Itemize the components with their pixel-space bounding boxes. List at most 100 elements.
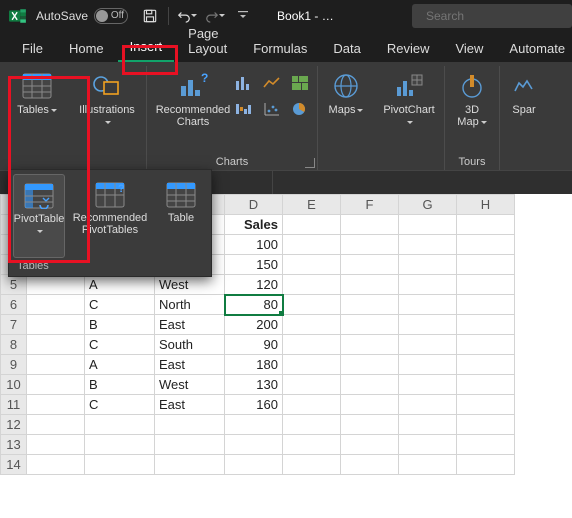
- cell-C7[interactable]: East: [155, 315, 225, 335]
- cell-E14[interactable]: [283, 455, 341, 475]
- cell-A13[interactable]: [27, 435, 85, 455]
- cell-C8[interactable]: South: [155, 335, 225, 355]
- search-input[interactable]: [426, 9, 572, 23]
- col-header-H[interactable]: H: [457, 195, 515, 215]
- insert-table-button[interactable]: Table: [155, 174, 207, 258]
- toggle-switch[interactable]: Off: [94, 8, 128, 24]
- waterfall-chart-icon[interactable]: [233, 98, 255, 120]
- tab-automate[interactable]: Automate: [497, 35, 572, 62]
- col-header-G[interactable]: G: [399, 195, 457, 215]
- cell-A12[interactable]: [27, 415, 85, 435]
- cell-A10[interactable]: [27, 375, 85, 395]
- row-header-8[interactable]: 8: [1, 335, 27, 355]
- cell-A7[interactable]: [27, 315, 85, 335]
- cell-A8[interactable]: [27, 335, 85, 355]
- tab-data[interactable]: Data: [321, 35, 372, 62]
- recommended-charts-button[interactable]: ? Recommended Charts: [153, 66, 233, 132]
- cell-D9[interactable]: 180: [225, 355, 283, 375]
- cell-B9[interactable]: A: [85, 355, 155, 375]
- tab-insert[interactable]: Insert: [118, 33, 175, 62]
- cell-G13[interactable]: [399, 435, 457, 455]
- cell-B13[interactable]: [85, 435, 155, 455]
- cell-F13[interactable]: [341, 435, 399, 455]
- document-title[interactable]: Book1 - …: [277, 9, 334, 23]
- cell-H12[interactable]: [457, 415, 515, 435]
- cell-A11[interactable]: [27, 395, 85, 415]
- cell-E12[interactable]: [283, 415, 341, 435]
- cell-C11[interactable]: East: [155, 395, 225, 415]
- cell-F14[interactable]: [341, 455, 399, 475]
- tab-formulas[interactable]: Formulas: [241, 35, 319, 62]
- maps-button[interactable]: Maps: [324, 66, 368, 120]
- autosave-toggle[interactable]: AutoSave Off: [36, 8, 128, 24]
- tables-split-button[interactable]: Tables: [12, 66, 62, 120]
- cell-D5[interactable]: 120: [225, 275, 283, 295]
- search-box[interactable]: [412, 4, 572, 28]
- tab-view[interactable]: View: [443, 35, 495, 62]
- cell-B11[interactable]: C: [85, 395, 155, 415]
- cell-B10[interactable]: B: [85, 375, 155, 395]
- cell-D12[interactable]: [225, 415, 283, 435]
- row-header-10[interactable]: 10: [1, 375, 27, 395]
- cell-A14[interactable]: [27, 455, 85, 475]
- charts-dialog-launcher[interactable]: [305, 158, 315, 168]
- cell-C9[interactable]: East: [155, 355, 225, 375]
- cell-D10[interactable]: 130: [225, 375, 283, 395]
- column-chart-icon[interactable]: [233, 72, 255, 94]
- cell-B6[interactable]: C: [85, 295, 155, 315]
- cell-F12[interactable]: [341, 415, 399, 435]
- row-header-9[interactable]: 9: [1, 355, 27, 375]
- cell-D6[interactable]: 80: [225, 295, 283, 315]
- col-header-D[interactable]: D: [225, 195, 283, 215]
- row-header-12[interactable]: 12: [1, 415, 27, 435]
- cell-G12[interactable]: [399, 415, 457, 435]
- cell-C14[interactable]: [155, 455, 225, 475]
- cell-D7[interactable]: 200: [225, 315, 283, 335]
- cell-C10[interactable]: West: [155, 375, 225, 395]
- cell-D11[interactable]: 160: [225, 395, 283, 415]
- tab-file[interactable]: File: [10, 35, 55, 62]
- col-header-E[interactable]: E: [283, 195, 341, 215]
- row-header-14[interactable]: 14: [1, 455, 27, 475]
- cell-D4[interactable]: 150: [225, 255, 283, 275]
- cell-C12[interactable]: [155, 415, 225, 435]
- cell-H14[interactable]: [457, 455, 515, 475]
- cell-B5[interactable]: A: [85, 275, 155, 295]
- row-header-13[interactable]: 13: [1, 435, 27, 455]
- illustrations-button[interactable]: Illustrations: [74, 66, 140, 132]
- cell-B8[interactable]: C: [85, 335, 155, 355]
- recommended-pivottables-button[interactable]: ? Recommended PivotTables: [69, 174, 151, 258]
- cell-C6[interactable]: North: [155, 295, 225, 315]
- hierarchy-chart-icon[interactable]: [289, 72, 311, 94]
- row-header-11[interactable]: 11: [1, 395, 27, 415]
- save-icon[interactable]: [137, 3, 163, 29]
- cell-D14[interactable]: [225, 455, 283, 475]
- tab-page-layout[interactable]: Page Layout: [176, 20, 239, 62]
- tab-home[interactable]: Home: [57, 35, 116, 62]
- cell-D3[interactable]: 100: [225, 235, 283, 255]
- tab-review[interactable]: Review: [375, 35, 442, 62]
- cell-G14[interactable]: [399, 455, 457, 475]
- cell-C13[interactable]: [155, 435, 225, 455]
- cell-D2[interactable]: Sales: [225, 215, 283, 235]
- scatter-chart-icon[interactable]: [261, 98, 283, 120]
- row-header-6[interactable]: 6: [1, 295, 27, 315]
- sparklines-button[interactable]: Spar: [506, 66, 542, 120]
- cell-B14[interactable]: [85, 455, 155, 475]
- pie-chart-icon[interactable]: [289, 98, 311, 120]
- fill-handle[interactable]: [279, 311, 283, 315]
- cell-A9[interactable]: [27, 355, 85, 375]
- pivotchart-button[interactable]: PivotChart: [380, 66, 438, 132]
- cell-A5[interactable]: [27, 275, 85, 295]
- cell-B12[interactable]: [85, 415, 155, 435]
- pivottable-button[interactable]: PivotTable: [13, 174, 65, 258]
- cell-A6[interactable]: [27, 295, 85, 315]
- row-header-5[interactable]: 5: [1, 275, 27, 295]
- col-header-F[interactable]: F: [341, 195, 399, 215]
- 3d-map-button[interactable]: 3D Map: [451, 66, 493, 132]
- cell-D13[interactable]: [225, 435, 283, 455]
- line-chart-icon[interactable]: [261, 72, 283, 94]
- cell-B7[interactable]: B: [85, 315, 155, 335]
- row-header-7[interactable]: 7: [1, 315, 27, 335]
- cell-E13[interactable]: [283, 435, 341, 455]
